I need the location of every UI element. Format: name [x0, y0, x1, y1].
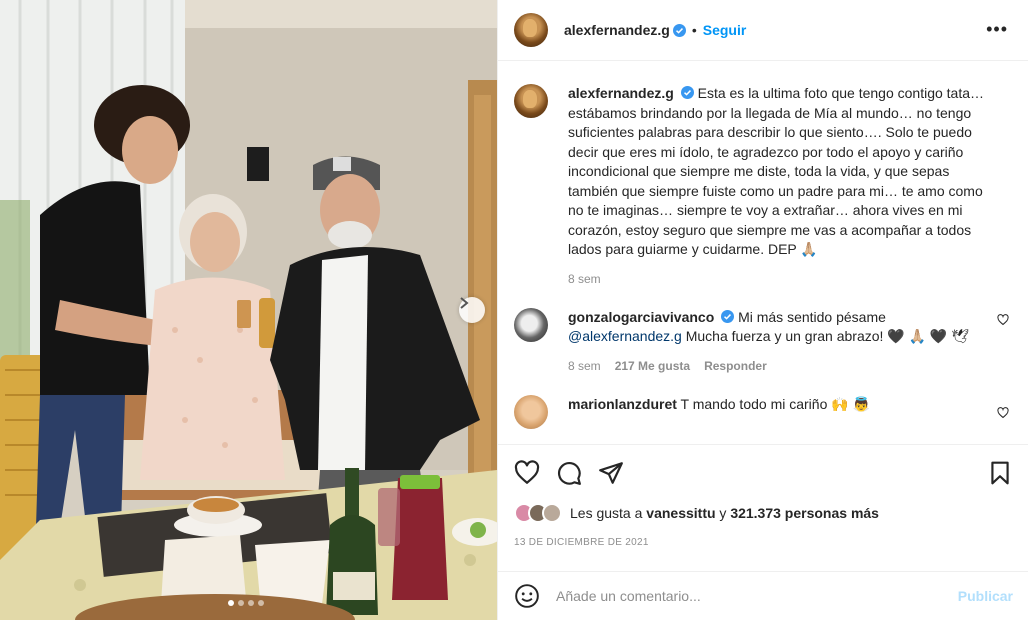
caption-time[interactable]: 8 sem — [568, 272, 601, 286]
comment-text-block: marionlanzduret T mando todo mi cariño 🙌… — [568, 395, 998, 415]
comment-item: marionlanzduret T mando todo mi cariño 🙌… — [514, 394, 1013, 429]
next-photo-button[interactable] — [459, 297, 485, 323]
commenter-avatar[interactable] — [514, 307, 548, 342]
follow-button[interactable]: Seguir — [703, 22, 747, 38]
likes-count[interactable]: 321.373 personas más — [730, 505, 879, 521]
comment-bubble-icon[interactable] — [556, 460, 582, 486]
caption-text-block: alexfernandez.g Esta es la ultima foto q… — [568, 84, 998, 260]
more-options-icon[interactable]: ••• — [986, 20, 1008, 38]
carousel-dot[interactable] — [228, 600, 234, 606]
post-header: alexfernandez.g • Seguir ••• — [498, 0, 1028, 61]
comment-text-continued: Mucha fuerza y un gran abrazo! 🖤 🙏🏼 🖤 🕊 — [685, 328, 970, 344]
like-heart-icon[interactable] — [514, 460, 540, 486]
verified-badge-icon — [721, 309, 735, 323]
comment-meta: 8 sem 217 Me gusta Responder — [568, 359, 998, 373]
verified-badge-icon — [680, 86, 694, 99]
publish-button[interactable]: Publicar — [958, 588, 1013, 604]
likes-prefix: Les gusta a — [570, 505, 643, 521]
emoji-icon[interactable] — [514, 583, 540, 609]
comments-section[interactable]: alexfernandez.g Esta es la ultima foto q… — [498, 62, 1028, 444]
comment-input[interactable] — [556, 588, 958, 604]
author-avatar[interactable] — [514, 13, 548, 47]
comment-item: gonzalogarciavivanco Mi más sentido pésa… — [514, 307, 1013, 373]
comment-time[interactable]: 8 sem — [568, 359, 601, 373]
caption-author-username[interactable]: alexfernandez.g — [568, 85, 674, 101]
liker-username[interactable]: vanessittu — [646, 505, 715, 521]
liker-avatars — [514, 503, 562, 523]
action-icons — [514, 459, 1013, 487]
like-comment-heart-icon[interactable] — [997, 406, 1009, 419]
share-paper-plane-icon[interactable] — [598, 460, 624, 486]
post-actions: Les gusta a vanessittu y 321.373 persona… — [498, 444, 1028, 548]
comment-text-block: gonzalogarciavivanco Mi más sentido pésa… — [568, 308, 998, 347]
save-bookmark-icon[interactable] — [987, 460, 1013, 486]
header-separator: • — [691, 22, 697, 38]
author-username[interactable]: alexfernandez.g — [564, 22, 670, 38]
comment-mention[interactable]: @alexfernandez.g — [568, 328, 682, 344]
reply-button[interactable]: Responder — [704, 359, 767, 373]
comment-likes[interactable]: 217 Me gusta — [615, 359, 690, 373]
caption-text: Esta es la ultima foto que tengo contigo… — [568, 85, 985, 257]
commenter-avatar[interactable] — [514, 394, 548, 429]
commenter-username[interactable]: marionlanzduret — [568, 396, 677, 412]
carousel-dot[interactable] — [258, 600, 264, 606]
carousel-dot[interactable] — [238, 600, 244, 606]
comment-text: Mi más sentido pésame — [738, 308, 886, 325]
post-date[interactable]: 13 DE DICIEMBRE DE 2021 — [514, 537, 1013, 548]
post-side-panel: alexfernandez.g • Seguir ••• alexfernand… — [497, 0, 1028, 620]
post-photo[interactable] — [0, 0, 497, 620]
comment-text: T mando todo mi cariño 🙌 👼 — [680, 395, 871, 412]
photo-illustration — [0, 0, 497, 620]
chevron-right-icon — [460, 297, 469, 309]
caption-author-avatar[interactable] — [514, 84, 548, 118]
like-comment-heart-icon[interactable] — [997, 313, 1009, 326]
caption-meta: 8 sem — [568, 272, 998, 286]
instagram-post: alexfernandez.g • Seguir ••• alexfernand… — [0, 0, 1028, 620]
likes-summary: Les gusta a vanessittu y 321.373 persona… — [514, 503, 1013, 523]
carousel-dot[interactable] — [248, 600, 254, 606]
add-comment-bar: Publicar — [498, 571, 1028, 620]
caption: alexfernandez.g Esta es la ultima foto q… — [514, 84, 1013, 286]
likes-middle: y — [719, 505, 727, 521]
commenter-username[interactable]: gonzalogarciavivanco — [568, 309, 714, 325]
verified-badge-icon — [672, 23, 686, 37]
carousel-dots — [228, 600, 264, 606]
